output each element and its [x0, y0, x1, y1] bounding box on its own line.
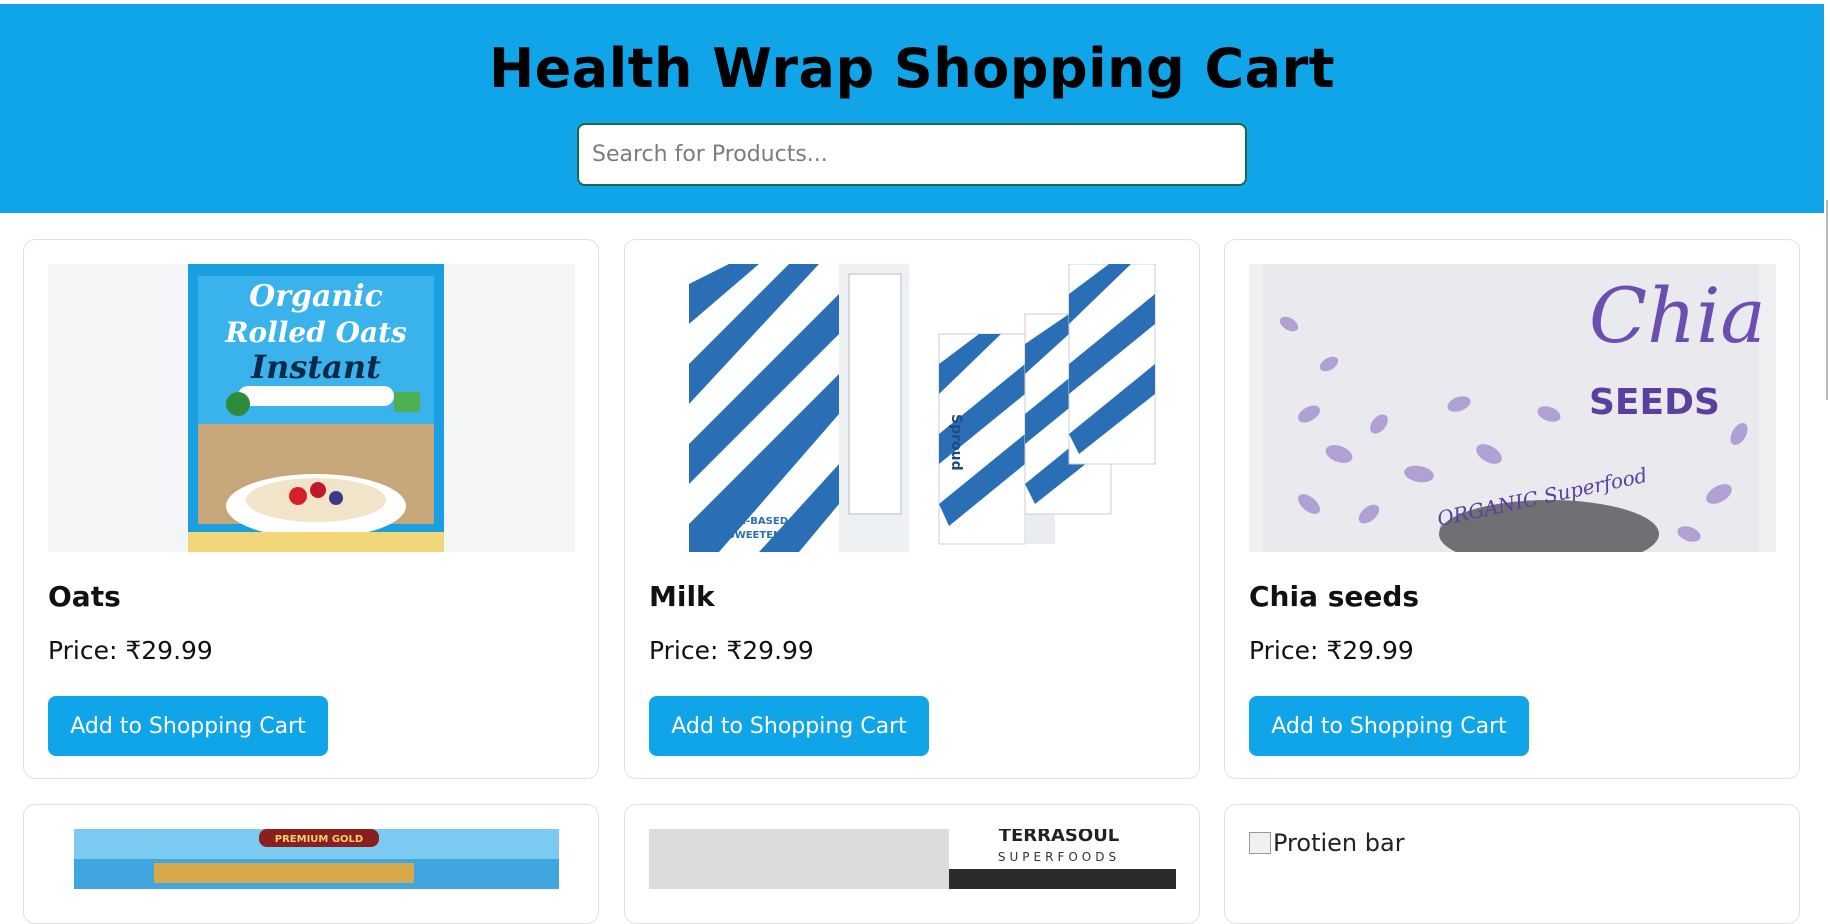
- product-price: Price: ₹29.99: [48, 636, 213, 665]
- chia-seeds-product-image: Chia SEEDS ORGANIC Superfood: [1249, 264, 1776, 552]
- soya-product-image: PREMIUM GOLD: [74, 829, 559, 889]
- milk-product-image: PLANT-BASED MILK UNSWEETENED Sproud: [649, 264, 1176, 552]
- scrollbar-track[interactable]: [1826, 0, 1830, 871]
- oats-image-text-1: Organic: [249, 279, 383, 314]
- search-input[interactable]: [577, 123, 1247, 186]
- image-alt-text: Protien bar: [1273, 829, 1405, 857]
- oats-image-text-3: Instant: [250, 348, 381, 386]
- product-price: Price: ₹29.99: [1249, 636, 1414, 665]
- scrollbar-thumb[interactable]: [1826, 200, 1828, 400]
- product-name: Oats: [48, 580, 121, 613]
- superfoods-product-image: TERRASOUL SUPERFOODS: [649, 829, 1176, 889]
- soya-image-text-1: PREMIUM GOLD: [275, 834, 363, 845]
- product-card-soya: PREMIUM GOLD: [23, 804, 599, 924]
- chia-image-text-2: SEEDS: [1589, 382, 1720, 423]
- chia-image-text-1: Chia: [1589, 271, 1766, 360]
- add-to-cart-button[interactable]: Add to Shopping Cart: [649, 696, 929, 756]
- milk-image-text-3: UNSWEETENED: [711, 530, 797, 541]
- product-price: Price: ₹29.99: [649, 636, 814, 665]
- product-name: Milk: [649, 580, 715, 613]
- add-to-cart-button[interactable]: Add to Shopping Cart: [48, 696, 328, 756]
- broken-image-icon: [1249, 832, 1271, 854]
- product-name: Chia seeds: [1249, 580, 1420, 613]
- superfoods-image-text-2: SUPERFOODS: [998, 850, 1120, 864]
- product-card-chia-seeds: Chia SEEDS ORGANIC Superfood Chia seeds …: [1224, 239, 1800, 779]
- milk-image-text-2: PLANT-BASED MILK: [711, 516, 821, 527]
- milk-image-text-1: Sproud: [948, 414, 964, 471]
- add-to-cart-button[interactable]: Add to Shopping Cart: [1249, 696, 1529, 756]
- page-title: Health Wrap Shopping Cart: [488, 37, 1336, 100]
- protein-bar-product-image: Protien bar: [1249, 829, 1405, 857]
- product-card-milk: PLANT-BASED MILK UNSWEETENED Sproud Milk…: [624, 239, 1200, 779]
- product-card-oats: Organic Rolled Oats Instant Oats Price: …: [23, 239, 599, 779]
- product-card-protein-bar: Protien bar: [1224, 804, 1800, 924]
- superfoods-image-text-1: TERRASOUL: [999, 829, 1120, 846]
- product-card-superfoods: TERRASOUL SUPERFOODS: [624, 804, 1200, 924]
- oats-product-image: Organic Rolled Oats Instant: [48, 264, 575, 552]
- oats-image-text-2: Rolled Oats: [224, 316, 407, 349]
- header-banner: Health Wrap Shopping Cart: [0, 4, 1824, 213]
